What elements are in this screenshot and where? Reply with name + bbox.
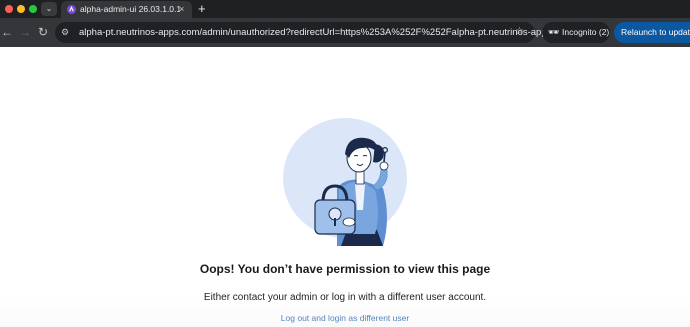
bookmark-star-icon[interactable]: ☆ <box>515 25 524 39</box>
back-button[interactable]: ← <box>1 24 13 40</box>
tab-title: alpha-admin-ui 26.03.1.0.12- <box>80 4 180 14</box>
tab-close-icon[interactable]: × <box>179 4 184 15</box>
forward-button[interactable]: → <box>19 24 31 40</box>
app-favicon-icon <box>67 5 76 14</box>
browser-tab-active[interactable]: alpha-admin-ui 26.03.1.0.12- × <box>61 1 192 18</box>
address-bar[interactable]: ⚙ alpha-pt.neutrinos-apps.com/admin/unau… <box>55 22 562 43</box>
logout-and-login-link[interactable]: Log out and login as different user <box>281 313 409 323</box>
relaunch-button[interactable]: Relaunch to update <box>614 22 690 43</box>
incognito-label: Incognito (2) <box>562 27 610 37</box>
tab-search-button[interactable]: ⌄ <box>41 2 57 16</box>
browser-toolbar: ← → ↻ ⚙ alpha-pt.neutrinos-apps.com/admi… <box>0 18 690 47</box>
site-info-icon[interactable]: ⚙ <box>61 25 69 39</box>
error-title: Oops! You don’t have permission to view … <box>199 262 491 276</box>
error-message: Either contact your admin or log in with… <box>203 292 487 303</box>
url-text[interactable]: alpha-pt.neutrinos-apps.com/admin/unauth… <box>79 26 562 39</box>
new-tab-button[interactable]: + <box>198 1 206 16</box>
locked-access-illustration <box>283 118 407 246</box>
window-close-button[interactable] <box>5 5 13 13</box>
incognito-icon: 🕶 <box>548 27 560 37</box>
window-maximize-button[interactable] <box>29 5 37 13</box>
window-minimize-button[interactable] <box>17 5 25 13</box>
reload-button[interactable]: ↻ <box>38 24 48 40</box>
browser-tab-strip: ⌄ alpha-admin-ui 26.03.1.0.12- × + <box>0 0 690 18</box>
incognito-indicator[interactable]: 🕶 Incognito (2) <box>542 22 610 43</box>
logout-link-container: Log out and login as different user <box>0 313 690 323</box>
